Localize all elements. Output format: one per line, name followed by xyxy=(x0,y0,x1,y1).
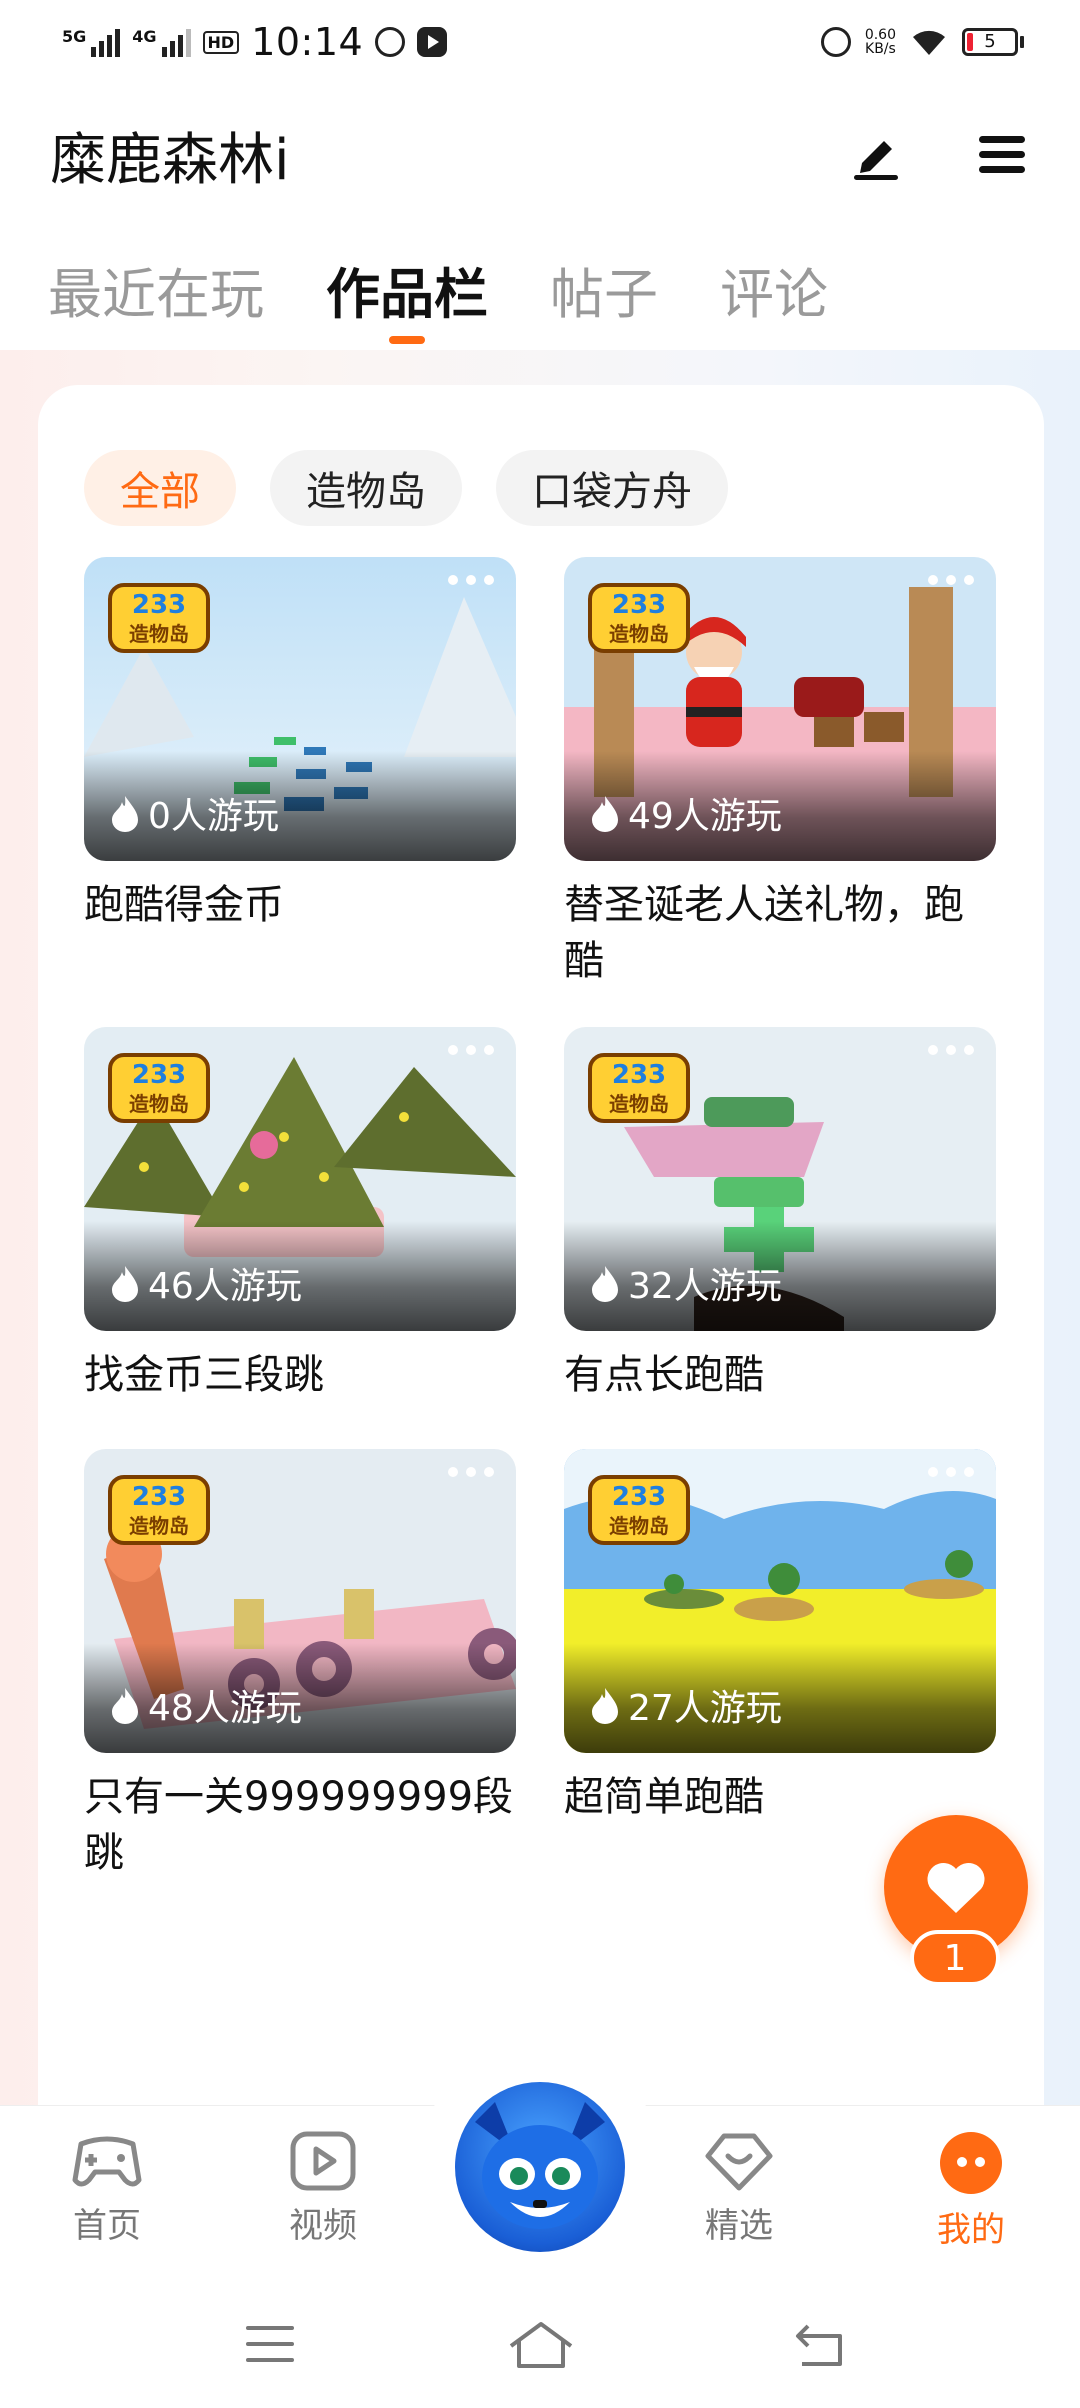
game-thumbnail[interactable]: 233 造物岛 32人游玩 xyxy=(564,1027,996,1331)
tab-works[interactable]: 作品栏 xyxy=(326,240,488,329)
svg-text:造物岛: 造物岛 xyxy=(609,622,669,646)
filter-pocket-ark[interactable]: 口袋方舟 xyxy=(496,450,728,526)
play-count: 0人游玩 xyxy=(110,787,279,839)
profile-header: 糜鹿森林i xyxy=(0,100,1080,210)
profile-tabs: 最近在玩 作品栏 帖子 评论 xyxy=(0,240,1080,350)
status-bar: 5G 4G HD 10:14 0.60 KB/s 5 xyxy=(0,0,1080,84)
svg-text:造物岛: 造物岛 xyxy=(129,622,189,646)
profile-name: 糜鹿森林i xyxy=(50,127,290,193)
more-options-icon[interactable] xyxy=(928,1467,974,1477)
more-options-icon[interactable] xyxy=(928,575,974,585)
wifi-icon xyxy=(913,30,945,55)
heart-chat-icon xyxy=(705,2133,773,2191)
more-options-icon[interactable] xyxy=(448,1045,494,1055)
signal-4g-icon: 4G xyxy=(132,27,191,57)
game-title[interactable]: 超简单跑酷 xyxy=(564,1769,996,1825)
game-thumbnail[interactable]: 233 造物岛 46人游玩 xyxy=(84,1027,516,1331)
nav-me[interactable]: 我的 xyxy=(896,2130,1046,2251)
svg-text:造物岛: 造物岛 xyxy=(129,1092,189,1116)
battery-icon: 5 xyxy=(962,28,1024,56)
creation-island-logo: 233 造物岛 xyxy=(588,1053,690,1123)
creation-island-logo: 233 造物岛 xyxy=(108,1475,210,1545)
game-title[interactable]: 替圣诞老人送礼物，跑酷 xyxy=(564,877,996,989)
creation-island-logo: 233 造物岛 xyxy=(588,1475,690,1545)
more-options-icon[interactable] xyxy=(928,1045,974,1055)
flame-icon xyxy=(112,1688,138,1724)
game-title[interactable]: 跑酷得金币 xyxy=(84,877,516,933)
play-count: 48人游玩 xyxy=(110,1679,302,1731)
game-title[interactable]: 有点长跑酷 xyxy=(564,1347,996,1403)
svg-text:造物岛: 造物岛 xyxy=(609,1092,669,1116)
creation-island-logo: 233 造物岛 xyxy=(588,583,690,653)
nav-home[interactable]: 首页 xyxy=(32,2130,182,2247)
game-thumbnail[interactable]: 233 造物岛 27人游玩 xyxy=(564,1449,996,1753)
flame-icon xyxy=(112,1266,138,1302)
tab-posts[interactable]: 帖子 xyxy=(550,240,658,329)
hamburger-icon xyxy=(979,136,1025,173)
mascot-image xyxy=(475,2102,605,2229)
gamepad-icon xyxy=(72,2136,142,2187)
flame-icon xyxy=(592,1266,618,1302)
more-options-icon[interactable] xyxy=(448,1467,494,1477)
home-system-icon[interactable] xyxy=(505,2318,577,2372)
back-icon[interactable] xyxy=(790,2318,850,2372)
svg-text:造物岛: 造物岛 xyxy=(129,1514,189,1538)
game-card[interactable]: 233 造物岛 0人游玩 跑酷得金币 xyxy=(84,557,516,933)
svg-text:233: 233 xyxy=(132,1060,186,1090)
play-count: 49人游玩 xyxy=(590,787,782,839)
recent-apps-icon[interactable] xyxy=(240,2318,300,2372)
heart-icon xyxy=(927,1862,985,1913)
flame-icon xyxy=(592,796,618,832)
play-count: 27人游玩 xyxy=(590,1679,782,1731)
game-card[interactable]: 233 造物岛 46人游玩 找金币三段跳 xyxy=(84,1027,516,1403)
signal-5g-icon: 5G xyxy=(62,27,121,57)
svg-text:233: 233 xyxy=(132,1482,186,1512)
more-options-icon[interactable] xyxy=(448,575,494,585)
profile-page: 5G 4G HD 10:14 0.60 KB/s 5 糜鹿森林i 最近在玩 作品… xyxy=(0,0,1080,2408)
tab-comments[interactable]: 评论 xyxy=(720,240,828,329)
tab-recent[interactable]: 最近在玩 xyxy=(48,240,264,329)
filter-chips: 全部 造物岛 口袋方舟 xyxy=(84,450,728,526)
game-card[interactable]: 233 造物岛 32人游玩 有点长跑酷 xyxy=(564,1027,996,1403)
media-play-icon xyxy=(417,27,448,57)
game-title[interactable]: 找金币三段跳 xyxy=(84,1347,516,1403)
svg-text:233: 233 xyxy=(612,1482,666,1512)
game-thumbnail[interactable]: 233 造物岛 48人游玩 xyxy=(84,1449,516,1753)
weibo-icon xyxy=(375,27,406,57)
filter-all[interactable]: 全部 xyxy=(84,450,236,526)
game-card[interactable]: 233 造物岛 49人游玩 替圣诞老人送礼物，跑酷 xyxy=(564,557,996,989)
face-icon xyxy=(940,2132,1002,2194)
hd-badge: HD xyxy=(202,30,240,54)
creation-island-logo: 233 造物岛 xyxy=(108,1053,210,1123)
flame-icon xyxy=(592,1688,618,1724)
svg-text:233: 233 xyxy=(612,590,666,620)
creation-island-logo: 233 造物岛 xyxy=(108,583,210,653)
clock: 10:14 xyxy=(251,20,364,64)
like-count-badge: 1 xyxy=(910,1930,1000,1986)
alarm-icon xyxy=(820,27,851,57)
game-thumbnail[interactable]: 233 造物岛 0人游玩 xyxy=(84,557,516,861)
menu-button[interactable] xyxy=(974,127,1030,183)
game-title[interactable]: 只有一关999999999段跳 xyxy=(84,1769,516,1881)
center-mascot-avatar[interactable] xyxy=(455,2082,625,2252)
play-count: 46人游玩 xyxy=(110,1257,302,1309)
flame-icon xyxy=(112,796,138,832)
nav-featured[interactable]: 精选 xyxy=(664,2130,814,2247)
svg-text:造物岛: 造物岛 xyxy=(609,1514,669,1538)
game-card[interactable]: 233 造物岛 48人游玩 只有一关999999999段跳 xyxy=(84,1449,516,1881)
svg-text:233: 233 xyxy=(612,1060,666,1090)
game-thumbnail[interactable]: 233 造物岛 49人游玩 xyxy=(564,557,996,861)
edit-button[interactable] xyxy=(848,127,904,183)
video-icon xyxy=(290,2131,356,2191)
nav-video[interactable]: 视频 xyxy=(248,2130,398,2247)
svg-text:233: 233 xyxy=(132,590,186,620)
filter-creation-island[interactable]: 造物岛 xyxy=(270,450,462,526)
game-card[interactable]: 233 造物岛 27人游玩 超简单跑酷 xyxy=(564,1449,996,1825)
network-speed: 0.60 KB/s xyxy=(864,27,896,57)
play-count: 32人游玩 xyxy=(590,1257,782,1309)
pen-icon xyxy=(854,141,898,180)
